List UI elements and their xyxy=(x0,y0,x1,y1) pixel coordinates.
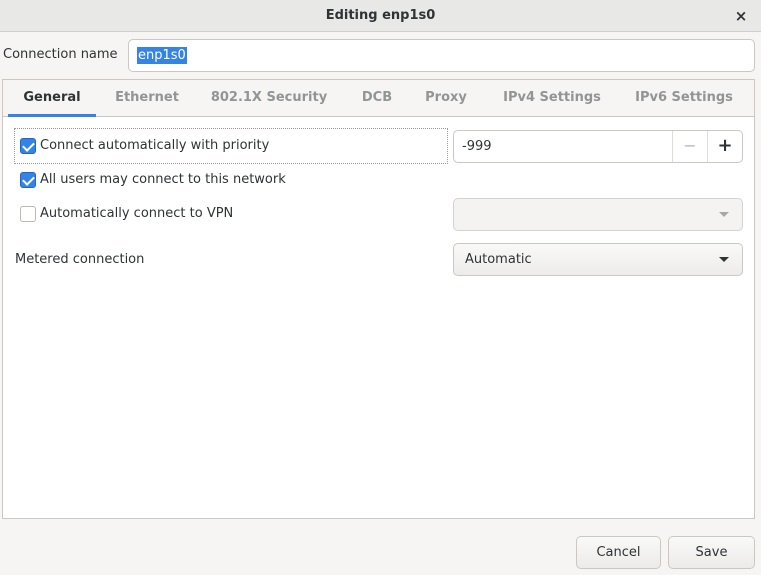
chevron-down-icon xyxy=(719,257,729,262)
priority-spinbutton[interactable]: -999 − + xyxy=(453,130,743,163)
window-title: Editing enp1s0 xyxy=(325,8,436,23)
auto-vpn-label: Automatically connect to VPN xyxy=(40,206,234,221)
settings-notebook: General Ethernet 802.1X Security DCB Pro… xyxy=(2,79,755,519)
connection-name-input[interactable]: enp1s0 xyxy=(128,39,755,72)
tab-ethernet[interactable]: Ethernet xyxy=(103,80,191,117)
vpn-dropdown[interactable] xyxy=(453,198,743,231)
metered-dropdown-value: Automatic xyxy=(465,252,532,267)
decrement-button[interactable]: − xyxy=(672,131,707,162)
save-button[interactable]: Save xyxy=(668,536,755,569)
increment-button[interactable]: + xyxy=(707,131,742,162)
tab-proxy[interactable]: Proxy xyxy=(415,80,477,117)
tab-ipv4-settings[interactable]: IPv4 Settings xyxy=(493,80,611,117)
chevron-down-icon xyxy=(719,212,729,217)
tab-ipv6-settings[interactable]: IPv6 Settings xyxy=(625,80,743,117)
tab-bar: General Ethernet 802.1X Security DCB Pro… xyxy=(3,80,754,117)
priority-value: -999 xyxy=(462,139,492,154)
cancel-button[interactable]: Cancel xyxy=(576,536,661,569)
connection-name-label: Connection name xyxy=(3,47,118,62)
metered-label: Metered connection xyxy=(15,252,145,267)
all-users-label: All users may connect to this network xyxy=(40,172,286,187)
auto-connect-label: Connect automatically with priority xyxy=(40,138,270,153)
tab-8021x-security[interactable]: 802.1X Security xyxy=(201,80,337,117)
all-users-checkbox[interactable] xyxy=(20,172,36,188)
close-icon[interactable]: × xyxy=(731,6,751,26)
tab-general[interactable]: General xyxy=(8,80,96,117)
metered-dropdown[interactable]: Automatic xyxy=(453,243,743,276)
auto-connect-checkbox[interactable] xyxy=(20,138,36,154)
connection-name-value: enp1s0 xyxy=(137,47,187,64)
auto-vpn-checkbox[interactable] xyxy=(20,206,36,222)
tab-dcb[interactable]: DCB xyxy=(349,80,405,117)
titlebar: Editing enp1s0 × xyxy=(0,0,761,32)
